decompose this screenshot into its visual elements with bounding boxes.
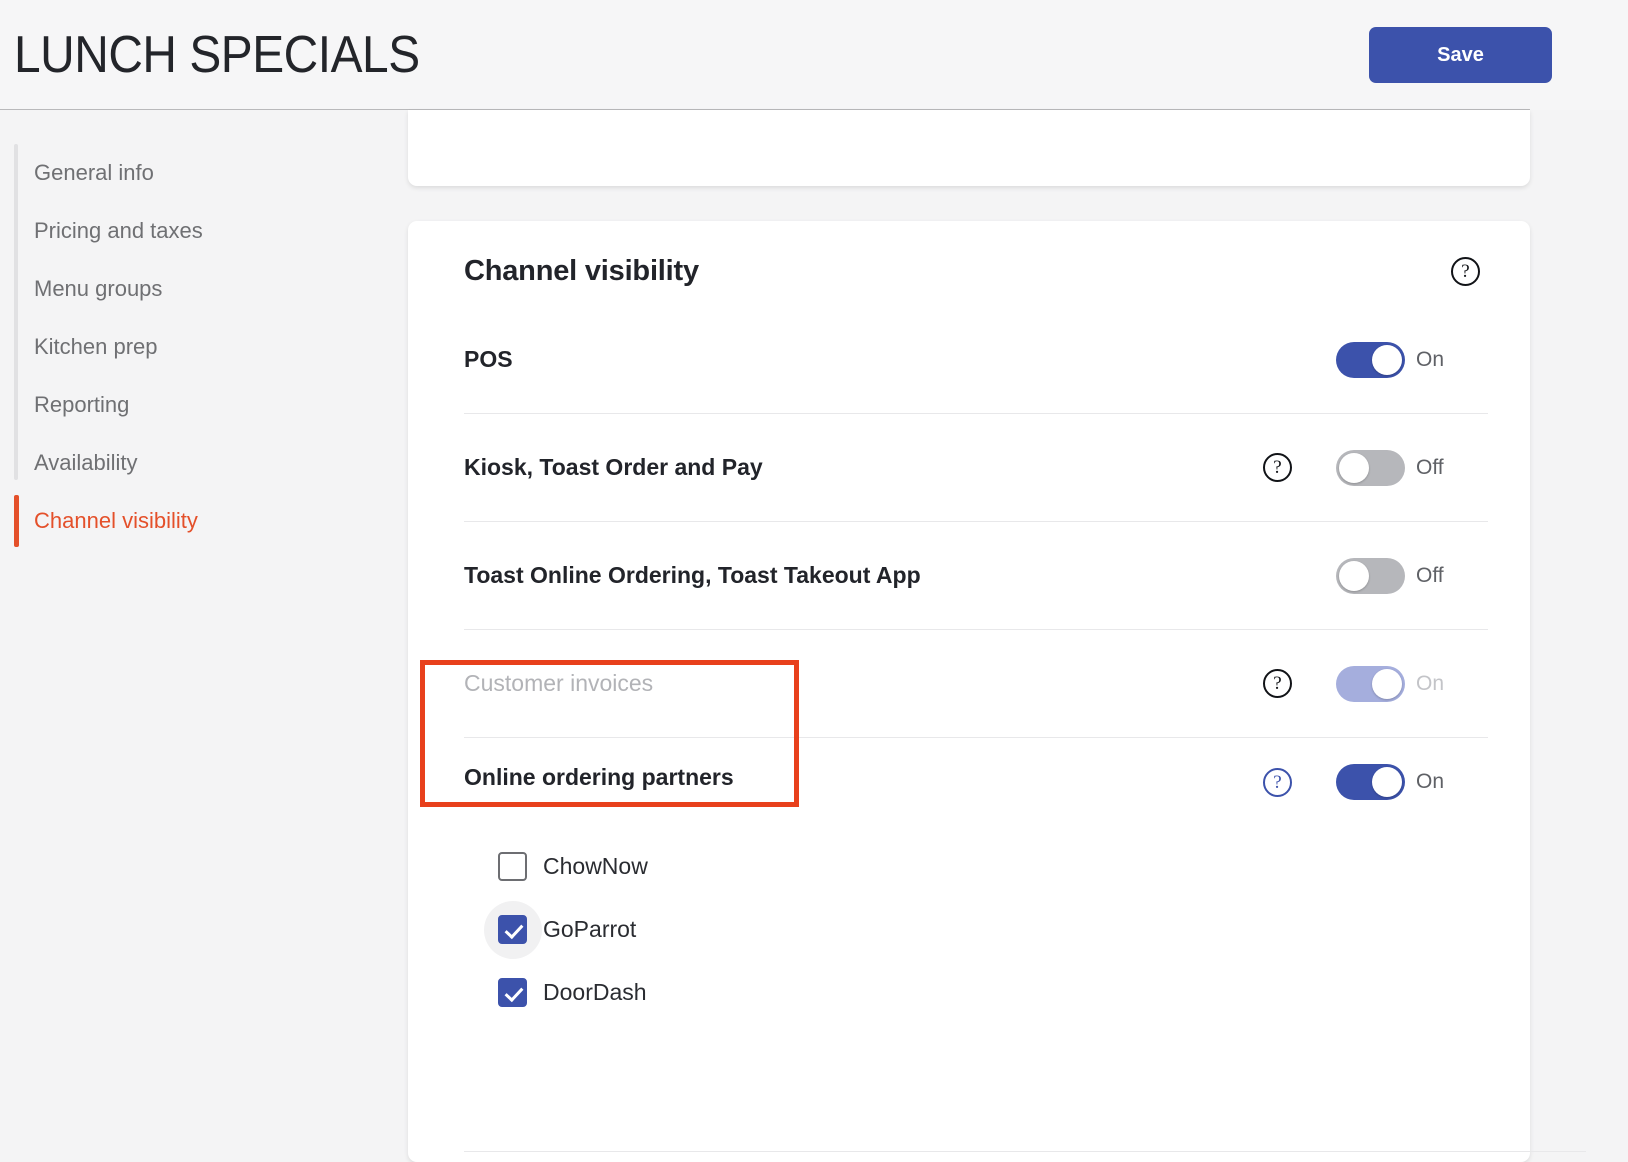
toggle-state-label: Off [1416,563,1444,587]
page-body: General info Pricing and taxes Menu grou… [0,110,1628,1162]
toggle-state-label: On [1416,347,1445,371]
question-mark-circle-icon[interactable]: ? [1451,257,1480,286]
sidebar-item-label: Reporting [34,392,130,417]
partner-checkbox-doordash[interactable] [498,978,527,1007]
channel-toggle-online-ordering-partners[interactable] [1336,764,1405,800]
channel-row-label: Customer invoices [464,670,654,696]
card-title: Channel visibility [464,255,699,287]
sidebar-item-label: Menu groups [34,276,163,301]
sidebar-item-channel-visibility[interactable]: Channel visibility [0,492,408,550]
channel-row-label: Kiosk, Toast Order and Pay [464,454,763,480]
channel-row-controls: ? Off [1263,557,1488,594]
channel-row-controls: ? On [1263,665,1488,702]
toggle-state-label: Off [1416,455,1444,479]
sidebar-item-label: Pricing and taxes [34,218,203,243]
top-partial-card [408,110,1530,186]
card-bottom-divider [464,1151,1586,1152]
channel-row-controls: ? On [1263,341,1488,378]
page-header: LUNCH SPECIALS Save [0,0,1628,110]
toggle-knob [1339,452,1369,483]
checkbox-halo [483,900,542,959]
toggle-state-label: On [1416,770,1445,793]
toggle-group: On [1336,341,1488,378]
page-title: LUNCH SPECIALS [14,26,420,84]
partner-item-doordash[interactable]: DoorDash [464,961,1263,1024]
question-mark-circle-icon[interactable]: ? [1263,669,1292,698]
partner-item-goparrot[interactable]: GoParrot [464,898,1263,961]
channel-row-controls: ? Off [1263,449,1488,486]
partner-checkbox-goparrot[interactable] [498,915,527,944]
channel-toggle-toast-online-ordering[interactable] [1336,557,1405,594]
toggle-knob [1372,668,1402,699]
sidebar-item-kitchen-prep[interactable]: Kitchen prep [0,318,408,376]
toggle-knob [1339,560,1369,591]
save-button[interactable]: Save [1369,27,1552,83]
main-content: Channel visibility ? POS ? On Kiosk, Toa… [408,110,1628,1162]
partner-label: ChowNow [543,853,648,879]
toggle-state-label: On [1416,671,1445,695]
sidebar-item-label: Kitchen prep [34,334,158,359]
channel-row-pos: POS ? On [464,306,1488,414]
channel-row-label: Toast Online Ordering, Toast Takeout App [464,562,921,588]
toggle-knob [1372,767,1402,797]
sidebar-item-label: General info [34,160,154,185]
sidebar-item-label: Availability [34,450,138,475]
channel-row-customer-invoices: Customer invoices ? On [464,630,1488,738]
settings-sidebar: General info Pricing and taxes Menu grou… [0,110,408,1162]
toggle-group: On [1336,665,1488,702]
partner-label: DoorDash [543,979,647,1005]
sidebar-item-menu-groups[interactable]: Menu groups [0,260,408,318]
channel-visibility-card: Channel visibility ? POS ? On Kiosk, Toa… [408,221,1586,1162]
channel-toggle-customer-invoices [1336,665,1405,702]
partner-label: GoParrot [543,916,637,942]
channel-row-online-ordering-partners: Online ordering partners ChowNow GoParro… [464,738,1488,1024]
question-mark-circle-icon[interactable]: ? [1263,767,1292,797]
channel-toggle-pos[interactable] [1336,341,1405,378]
partner-item-chownow[interactable]: ChowNow [464,835,1263,898]
toggle-group: Off [1336,449,1488,486]
sidebar-item-reporting[interactable]: Reporting [0,376,408,434]
sidebar-item-label: Channel visibility [34,508,198,533]
toggle-group: On [1336,764,1488,800]
sidebar-nav-list: General info Pricing and taxes Menu grou… [0,144,408,550]
card-header: Channel visibility ? [464,255,1488,288]
channel-row-label: POS [464,346,513,372]
partners-title: Online ordering partners [464,764,734,790]
channel-row-toast-online-ordering: Toast Online Ordering, Toast Takeout App… [464,522,1488,630]
partner-checkbox-chownow[interactable] [498,852,527,881]
partners-section: Online ordering partners ChowNow GoParro… [464,764,1263,1024]
sidebar-item-general-info[interactable]: General info [0,144,408,202]
sidebar-item-availability[interactable]: Availability [0,434,408,492]
channel-row-controls: ? On [1263,764,1488,800]
checkbox-halo [498,978,527,1007]
channel-toggle-kiosk[interactable] [1336,449,1405,486]
toggle-knob [1372,344,1402,375]
channel-row-kiosk: Kiosk, Toast Order and Pay ? Off [464,414,1488,522]
checkbox-halo [498,852,527,881]
question-mark-circle-icon[interactable]: ? [1263,453,1292,482]
toggle-group: Off [1336,557,1488,594]
sidebar-item-pricing-and-taxes[interactable]: Pricing and taxes [0,202,408,260]
